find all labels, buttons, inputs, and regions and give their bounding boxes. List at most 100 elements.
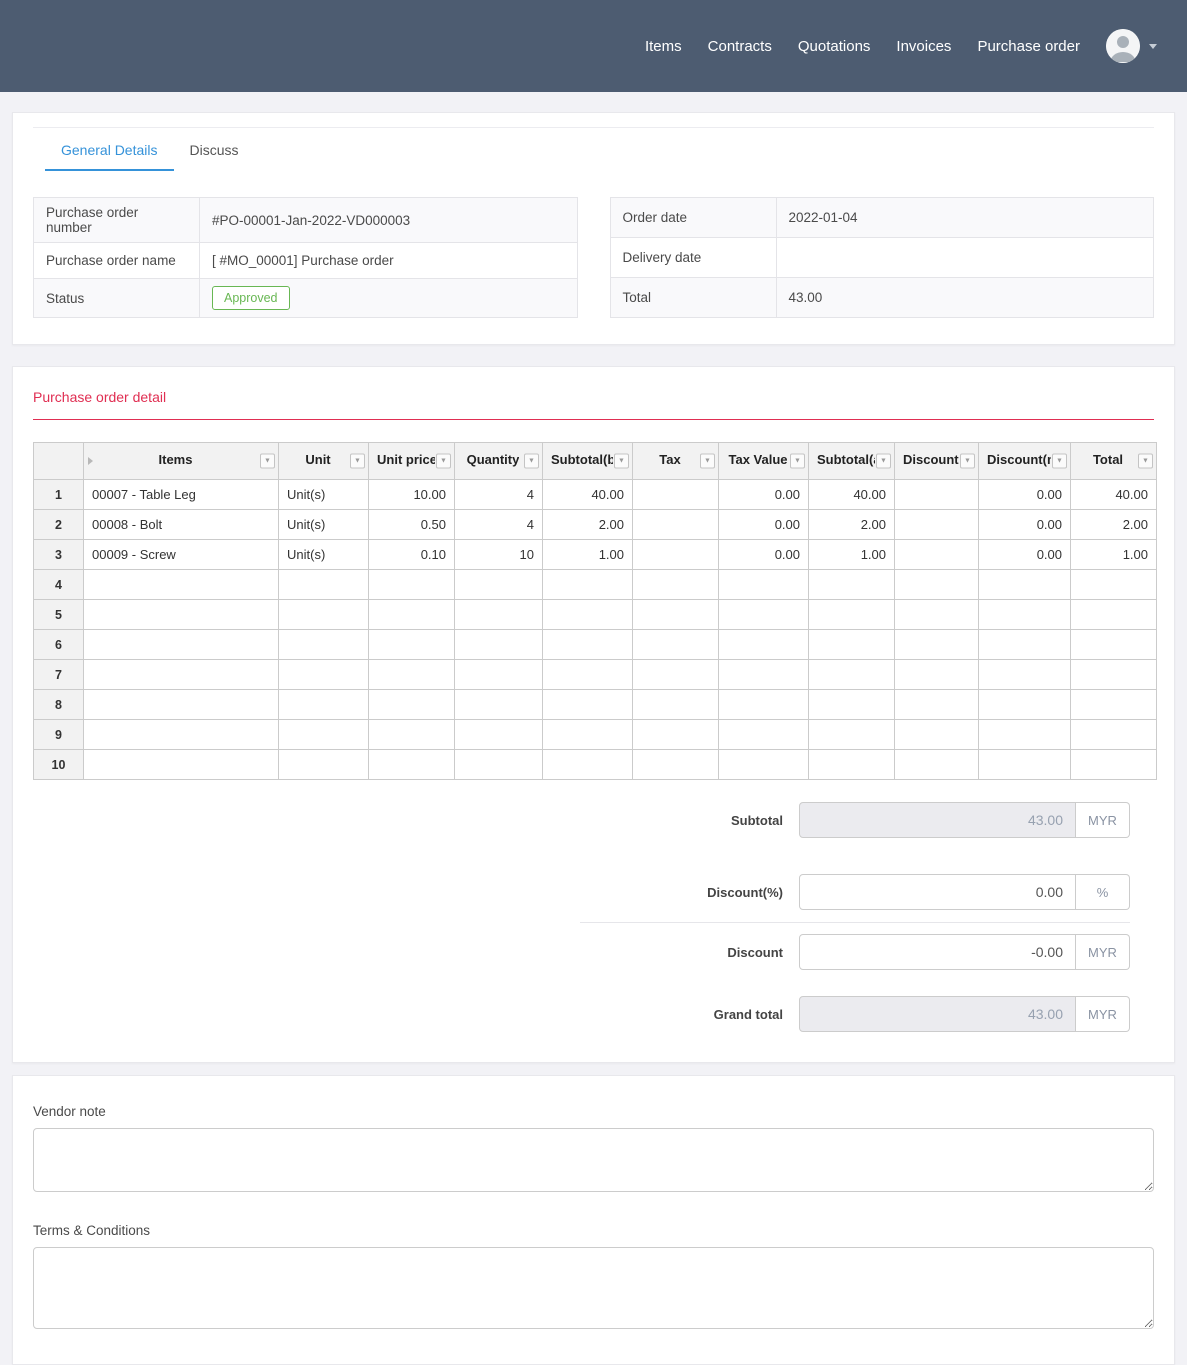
cell[interactable] <box>455 690 543 720</box>
corner-header[interactable] <box>34 443 84 480</box>
filter-icon[interactable]: ▼ <box>1052 454 1067 469</box>
row-number[interactable]: 10 <box>34 750 84 780</box>
cell[interactable]: Unit(s) <box>279 480 369 510</box>
cell[interactable] <box>543 750 633 780</box>
cell[interactable]: 00008 - Bolt <box>84 510 279 540</box>
cell[interactable]: 2.00 <box>543 510 633 540</box>
cell[interactable]: 2.00 <box>1071 510 1157 540</box>
cell[interactable] <box>719 720 809 750</box>
cell[interactable] <box>979 660 1071 690</box>
cell[interactable] <box>633 600 719 630</box>
column-header-tax[interactable]: Tax▼ <box>633 443 719 480</box>
cell[interactable] <box>279 660 369 690</box>
filter-icon[interactable]: ▼ <box>436 454 451 469</box>
cell[interactable] <box>369 720 455 750</box>
cell[interactable] <box>633 750 719 780</box>
cell[interactable] <box>979 690 1071 720</box>
row-number[interactable]: 1 <box>34 480 84 510</box>
filter-icon[interactable]: ▼ <box>260 454 275 469</box>
cell[interactable]: 00007 - Table Leg <box>84 480 279 510</box>
column-header-subtotal-afte[interactable]: Subtotal(afte▼ <box>809 443 895 480</box>
filter-icon[interactable]: ▼ <box>524 454 539 469</box>
column-header-unit[interactable]: Unit▼ <box>279 443 369 480</box>
cell[interactable] <box>369 630 455 660</box>
cell[interactable] <box>369 600 455 630</box>
cell[interactable] <box>543 660 633 690</box>
cell[interactable] <box>633 660 719 690</box>
cell[interactable] <box>895 720 979 750</box>
cell[interactable] <box>455 600 543 630</box>
cell[interactable] <box>719 570 809 600</box>
cell[interactable] <box>895 510 979 540</box>
cell[interactable] <box>84 690 279 720</box>
cell[interactable]: 10.00 <box>369 480 455 510</box>
tab-discuss[interactable]: Discuss <box>174 128 255 171</box>
cell[interactable] <box>543 690 633 720</box>
filter-icon[interactable]: ▼ <box>960 454 975 469</box>
cell[interactable]: 0.00 <box>979 510 1071 540</box>
filter-icon[interactable]: ▼ <box>876 454 891 469</box>
cell[interactable]: 0.50 <box>369 510 455 540</box>
cell[interactable] <box>633 720 719 750</box>
cell[interactable] <box>84 660 279 690</box>
cell[interactable] <box>979 570 1071 600</box>
cell[interactable] <box>719 750 809 780</box>
cell[interactable] <box>979 630 1071 660</box>
column-header-subtotal-befo[interactable]: Subtotal(befo▼ <box>543 443 633 480</box>
cell[interactable] <box>84 600 279 630</box>
cell[interactable] <box>279 570 369 600</box>
cell[interactable]: 40.00 <box>1071 480 1157 510</box>
cell[interactable] <box>279 750 369 780</box>
cell[interactable] <box>1071 690 1157 720</box>
nav-item-purchase-order[interactable]: Purchase order <box>977 38 1080 55</box>
nav-item-invoices[interactable]: Invoices <box>896 38 951 55</box>
cell[interactable] <box>633 570 719 600</box>
row-number[interactable]: 4 <box>34 570 84 600</box>
cell[interactable] <box>369 750 455 780</box>
discount-input[interactable] <box>799 934 1076 970</box>
cell[interactable] <box>809 720 895 750</box>
cell[interactable] <box>633 630 719 660</box>
cell[interactable]: Unit(s) <box>279 540 369 570</box>
cell[interactable] <box>84 720 279 750</box>
row-number[interactable]: 6 <box>34 630 84 660</box>
cell[interactable] <box>719 690 809 720</box>
filter-icon[interactable]: ▼ <box>614 454 629 469</box>
column-header-items[interactable]: Items▼ <box>84 443 279 480</box>
cell[interactable] <box>543 720 633 750</box>
cell[interactable] <box>543 570 633 600</box>
row-number[interactable]: 2 <box>34 510 84 540</box>
cell[interactable]: 0.00 <box>719 510 809 540</box>
row-number[interactable]: 8 <box>34 690 84 720</box>
cell[interactable] <box>979 750 1071 780</box>
column-header-discount-mon[interactable]: Discount(mon▼ <box>979 443 1071 480</box>
user-menu[interactable] <box>1106 29 1157 63</box>
cell[interactable] <box>279 600 369 630</box>
row-number[interactable]: 9 <box>34 720 84 750</box>
tab-general-details[interactable]: General Details <box>45 128 174 171</box>
cell[interactable]: 0.10 <box>369 540 455 570</box>
cell[interactable] <box>809 600 895 630</box>
cell[interactable] <box>895 690 979 720</box>
cell[interactable] <box>1071 600 1157 630</box>
cell[interactable]: Unit(s) <box>279 510 369 540</box>
cell[interactable] <box>369 690 455 720</box>
cell[interactable] <box>1071 750 1157 780</box>
cell[interactable] <box>1071 570 1157 600</box>
cell[interactable] <box>809 750 895 780</box>
cell[interactable]: 4 <box>455 510 543 540</box>
cell[interactable] <box>1071 660 1157 690</box>
cell[interactable] <box>895 600 979 630</box>
cell[interactable] <box>719 600 809 630</box>
nav-item-items[interactable]: Items <box>645 38 682 55</box>
cell[interactable] <box>1071 720 1157 750</box>
cell[interactable] <box>455 570 543 600</box>
cell[interactable] <box>543 600 633 630</box>
cell[interactable] <box>719 630 809 660</box>
cell[interactable]: 00009 - Screw <box>84 540 279 570</box>
filter-icon[interactable]: ▼ <box>790 454 805 469</box>
vendor-note-textarea[interactable] <box>33 1128 1154 1192</box>
cell[interactable] <box>84 570 279 600</box>
column-header-total[interactable]: Total▼ <box>1071 443 1157 480</box>
cell[interactable] <box>809 630 895 660</box>
